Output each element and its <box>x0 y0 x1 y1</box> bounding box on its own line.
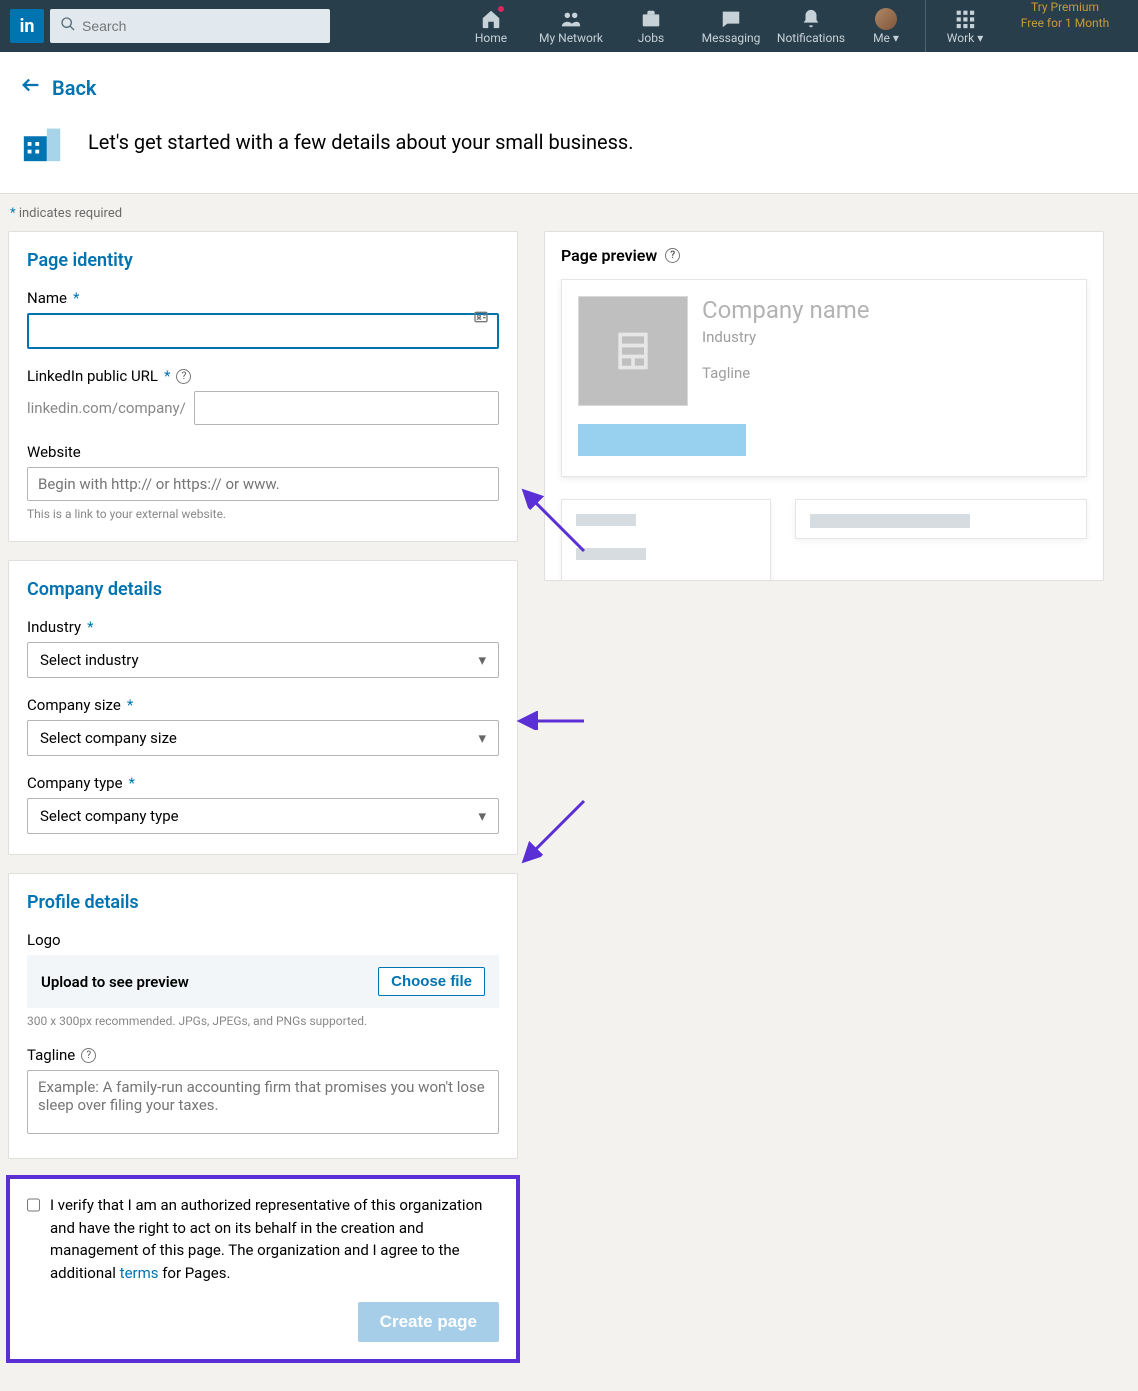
preview-tagline: Tagline <box>702 364 870 382</box>
industry-select[interactable]: Select industry▾ <box>27 642 499 678</box>
tagline-input[interactable] <box>27 1070 499 1134</box>
annotation-arrow-icon <box>514 481 594 561</box>
search-wrap <box>50 9 330 43</box>
message-icon <box>720 8 742 30</box>
top-nav: in Home My Network Jobs Messaging Notifi… <box>0 0 1138 52</box>
nav-label: Notifications <box>777 31 845 45</box>
business-icon <box>20 119 66 165</box>
preview-button-placeholder <box>578 424 746 456</box>
tagline-label: Tagline ? <box>27 1046 499 1064</box>
url-label: LinkedIn public URL * ? <box>27 367 499 385</box>
grid-icon <box>955 8 975 30</box>
preview-logo-placeholder <box>578 296 688 406</box>
contact-card-icon <box>473 309 489 329</box>
verify-text: I verify that I am an authorized represe… <box>50 1194 499 1284</box>
name-label: Name * <box>27 289 499 307</box>
website-label: Website <box>27 443 499 461</box>
nav-network[interactable]: My Network <box>531 0 611 52</box>
search-input[interactable] <box>50 9 330 43</box>
nav-home[interactable]: Home <box>451 0 531 52</box>
nav-label: Messaging <box>702 31 761 45</box>
url-prefix: linkedin.com/company/ <box>27 399 186 417</box>
nav-premium[interactable]: Try Premium Free for 1 Month <box>1000 0 1130 52</box>
nav-label: My Network <box>539 31 603 45</box>
upload-text: Upload to see preview <box>41 973 189 991</box>
card-page-identity: Page identity Name * LinkedIn public URL… <box>8 231 518 542</box>
required-note: * indicates required <box>0 194 1138 231</box>
help-icon[interactable]: ? <box>81 1048 96 1063</box>
section-title: Profile details <box>27 892 499 913</box>
size-label: Company size * <box>27 696 499 714</box>
section-title: Page identity <box>27 250 499 271</box>
nav-me[interactable]: Me ▾ <box>851 0 921 52</box>
page-title: Let's get started with a few details abo… <box>88 130 634 154</box>
type-label: Company type * <box>27 774 499 792</box>
help-icon[interactable]: ? <box>176 369 191 384</box>
help-icon[interactable]: ? <box>665 248 680 263</box>
verify-box: I verify that I am an authorized represe… <box>8 1177 518 1361</box>
back-link[interactable]: Back <box>20 74 96 101</box>
verify-checkbox[interactable] <box>27 1196 40 1214</box>
type-select[interactable]: Select company type▾ <box>27 798 499 834</box>
nav-label: Me ▾ <box>873 31 899 45</box>
nav-label: Work ▾ <box>947 31 983 45</box>
back-row: Back <box>0 52 1138 119</box>
nav-label: Home <box>475 31 507 45</box>
nav-label: Jobs <box>638 31 664 45</box>
create-page-button[interactable]: Create page <box>358 1302 499 1342</box>
website-input[interactable] <box>27 467 499 501</box>
chevron-down-icon: ▾ <box>478 651 486 669</box>
chevron-down-icon: ▾ <box>478 729 486 747</box>
website-hint: This is a link to your external website. <box>27 507 499 521</box>
section-title: Company details <box>27 579 499 600</box>
preview-title: Page preview ? <box>561 246 1087 265</box>
nav-jobs[interactable]: Jobs <box>611 0 691 52</box>
annotation-arrow-icon <box>514 791 594 871</box>
url-input[interactable] <box>194 391 499 425</box>
name-input[interactable] <box>27 313 499 349</box>
nav-divider <box>925 0 926 52</box>
card-page-preview: Page preview ? Company name Industry Tag… <box>544 231 1104 581</box>
preview-inner: Company name Industry Tagline <box>561 279 1087 477</box>
bell-icon <box>800 8 822 30</box>
logo-label: Logo <box>27 931 499 949</box>
search-icon <box>60 16 76 36</box>
nav-notifications[interactable]: Notifications <box>771 0 851 52</box>
choose-file-button[interactable]: Choose file <box>378 967 485 996</box>
terms-link[interactable]: terms <box>120 1264 159 1282</box>
notification-dot-icon <box>497 5 505 13</box>
preview-industry: Industry <box>702 328 870 346</box>
preview-company-name: Company name <box>702 296 870 324</box>
nav-items: Home My Network Jobs Messaging Notificat… <box>451 0 1130 52</box>
avatar-icon <box>875 8 897 30</box>
briefcase-icon <box>640 8 662 30</box>
nav-work[interactable]: Work ▾ <box>930 0 1000 52</box>
people-icon <box>560 8 582 30</box>
arrow-left-icon <box>20 74 42 101</box>
logo-hint: 300 x 300px recommended. JPGs, JPEGs, an… <box>27 1014 499 1028</box>
header-band: Let's get started with a few details abo… <box>0 119 1138 194</box>
size-select[interactable]: Select company size▾ <box>27 720 499 756</box>
logo-upload-row: Upload to see preview Choose file <box>27 955 499 1008</box>
chevron-down-icon: ▾ <box>478 807 486 825</box>
nav-messaging[interactable]: Messaging <box>691 0 771 52</box>
annotation-arrow-icon <box>514 711 594 731</box>
linkedin-logo[interactable]: in <box>10 9 44 43</box>
card-company-details: Company details Industry * Select indust… <box>8 560 518 855</box>
preview-skeleton <box>561 499 1087 581</box>
industry-label: Industry * <box>27 618 499 636</box>
card-profile-details: Profile details Logo Upload to see previ… <box>8 873 518 1159</box>
